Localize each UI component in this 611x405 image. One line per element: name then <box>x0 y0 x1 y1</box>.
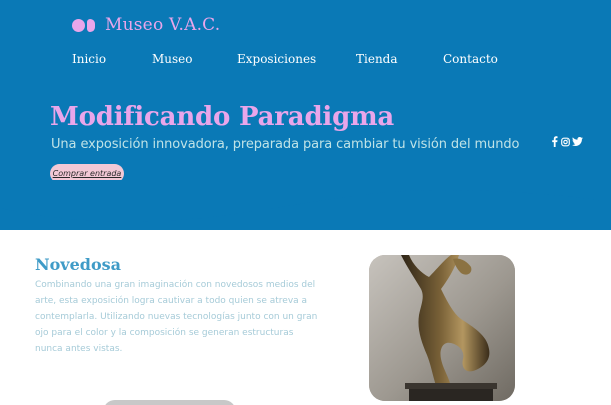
brand-logo[interactable]: Museo V.A.C. <box>72 15 220 35</box>
nav-item-tienda[interactable]: Tienda <box>356 52 398 66</box>
twitter-icon[interactable] <box>572 136 583 147</box>
buy-ticket-label: Comprar entrada <box>52 169 122 178</box>
brand-name: Museo V.A.C. <box>105 15 221 35</box>
main-nav: Inicio Museo Exposiciones Tienda Contact… <box>0 52 611 70</box>
museum-logo-icon <box>72 18 95 32</box>
nav-item-museo[interactable]: Museo <box>152 52 193 66</box>
next-card-preview <box>103 400 236 405</box>
instagram-icon[interactable] <box>561 136 570 147</box>
hero-title: Modificando Paradigma <box>50 102 395 132</box>
hero-wave-divider <box>0 180 611 222</box>
hero-subtitle: Una exposición innovadora, preparada par… <box>51 137 520 152</box>
section-title: Novedosa <box>35 255 122 274</box>
social-links <box>550 136 583 147</box>
nav-item-inicio[interactable]: Inicio <box>72 52 106 66</box>
nav-item-exposiciones[interactable]: Exposiciones <box>237 52 316 66</box>
sculpture-image <box>369 255 515 401</box>
nav-item-contacto[interactable]: Contacto <box>443 52 498 66</box>
facebook-icon[interactable] <box>550 136 559 147</box>
section-body: Combinando una gran imaginación con nove… <box>35 280 318 354</box>
